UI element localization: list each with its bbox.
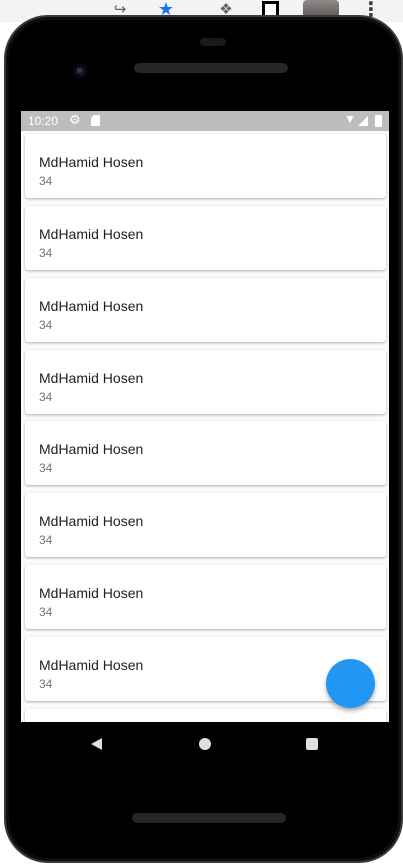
back-icon[interactable] [91,738,102,750]
add-floating-action-button[interactable] [326,659,375,708]
list-item[interactable]: MdHamid Hosen 34 [25,350,386,414]
contact-name: MdHamid Hosen [39,585,144,601]
list-item[interactable]: MdHamid Hosen 34 [25,493,386,557]
contact-name: MdHamid Hosen [39,226,144,242]
wifi-icon: ▼ [344,112,356,126]
contact-age: 34 [39,390,53,404]
navigation-bar [21,722,389,766]
contact-age: 34 [39,461,53,475]
status-bar: 10:20 ⚙ ▼ [21,111,389,131]
recents-icon[interactable] [306,738,318,750]
contact-name: MdHamid Hosen [39,441,144,457]
device-screen: 10:20 ⚙ ▼ MdHamid Hosen 34 MdHamid Hosen… [21,111,389,722]
home-icon[interactable] [199,738,211,750]
proximity-sensor [200,38,226,46]
contact-name: MdHamid Hosen [39,154,144,170]
list-item[interactable]: MdHamid Hosen 34 [25,278,386,342]
list-item[interactable]: MdHamid Hosen 34 [25,421,386,485]
status-time: 10:20 [28,114,59,128]
list-item[interactable] [25,709,386,722]
contact-age: 34 [39,318,53,332]
list-item[interactable]: MdHamid Hosen 34 [25,565,386,629]
contact-name: MdHamid Hosen [39,370,144,386]
contact-name: MdHamid Hosen [39,513,144,529]
gear-icon: ⚙ [69,112,81,127]
contact-name: MdHamid Hosen [39,657,144,673]
sd-card-icon [91,115,100,126]
contact-age: 34 [39,246,53,260]
battery-icon [375,115,382,127]
contact-age: 34 [39,677,53,691]
contact-age: 34 [39,174,53,188]
contact-age: 34 [39,533,53,547]
contact-age: 34 [39,605,53,619]
list-item[interactable]: MdHamid Hosen 34 [25,206,386,270]
front-camera [73,64,87,78]
earpiece-speaker [134,63,288,73]
bottom-speaker [132,813,286,823]
contact-name: MdHamid Hosen [39,298,144,314]
list-item[interactable]: MdHamid Hosen 34 [25,134,386,198]
signal-icon [358,116,368,126]
